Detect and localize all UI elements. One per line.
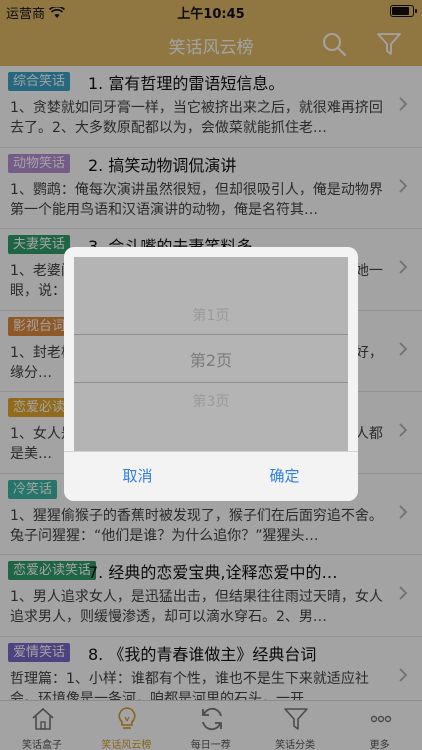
picker-option-selected[interactable]: 第2页: [74, 347, 348, 371]
confirm-button[interactable]: 确定: [211, 451, 358, 501]
picker-option[interactable]: 第3页: [74, 391, 348, 411]
page-picker-dialog: 第1页 第2页 第3页 取消 确定: [64, 247, 358, 501]
cancel-button[interactable]: 取消: [64, 451, 211, 501]
picker-option[interactable]: 第1页: [74, 305, 348, 325]
page-picker[interactable]: 第1页 第2页 第3页: [74, 257, 348, 451]
picker-selection-line-top: [74, 334, 348, 335]
picker-selection-line-bottom: [74, 382, 348, 383]
